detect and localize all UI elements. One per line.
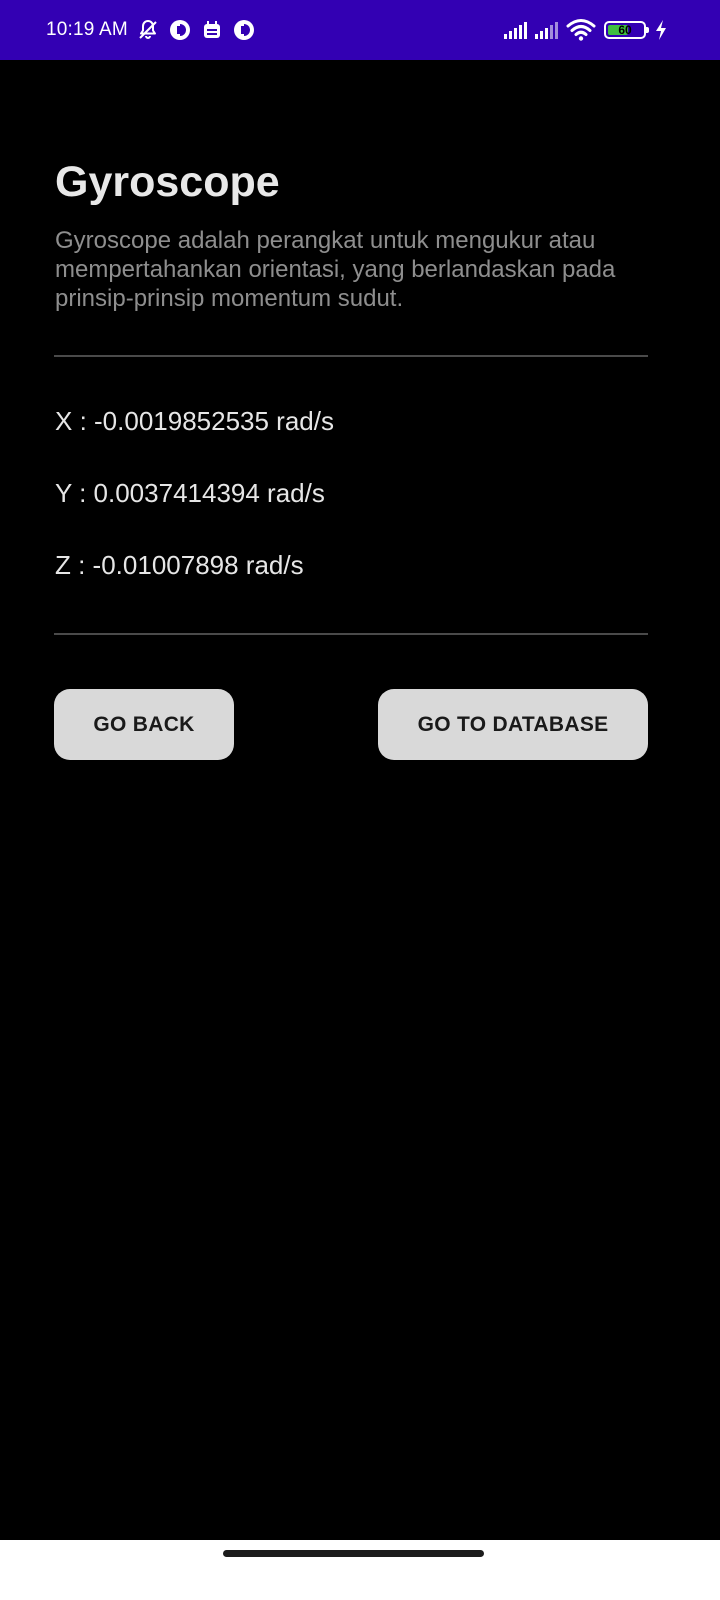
charging-icon xyxy=(654,18,668,42)
status-bar-left: 10:19 AM xyxy=(46,0,256,60)
status-bar: 10:19 AM 60 xyxy=(0,0,720,60)
gyro-z-value: Z : -0.01007898 rad/s xyxy=(55,550,304,580)
divider xyxy=(54,355,648,357)
home-indicator[interactable] xyxy=(223,1550,484,1557)
signal-sim1-icon xyxy=(504,21,527,39)
divider xyxy=(54,633,648,635)
status-time: 10:19 AM xyxy=(46,19,128,40)
wifi-icon xyxy=(566,18,596,42)
page-title: Gyroscope xyxy=(55,158,280,206)
navigation-bar xyxy=(0,1540,720,1600)
status-bar-right: 60 xyxy=(504,0,668,60)
calendar-icon xyxy=(200,18,224,42)
app-notification-icon xyxy=(232,18,256,42)
signal-sim2-icon xyxy=(535,21,558,39)
gyro-y-value: Y : 0.0037414394 rad/s xyxy=(55,478,325,508)
app-notification-icon xyxy=(168,18,192,42)
battery-icon: 60 xyxy=(604,21,649,39)
battery-level: 60 xyxy=(618,23,632,37)
go-back-button[interactable]: GO BACK xyxy=(54,689,234,760)
page-description: Gyroscope adalah perangkat untuk menguku… xyxy=(55,227,616,312)
go-to-database-button[interactable]: GO TO DATABASE xyxy=(378,689,648,760)
gyro-x-value: X : -0.0019852535 rad/s xyxy=(55,406,334,436)
notifications-off-icon xyxy=(136,18,160,42)
